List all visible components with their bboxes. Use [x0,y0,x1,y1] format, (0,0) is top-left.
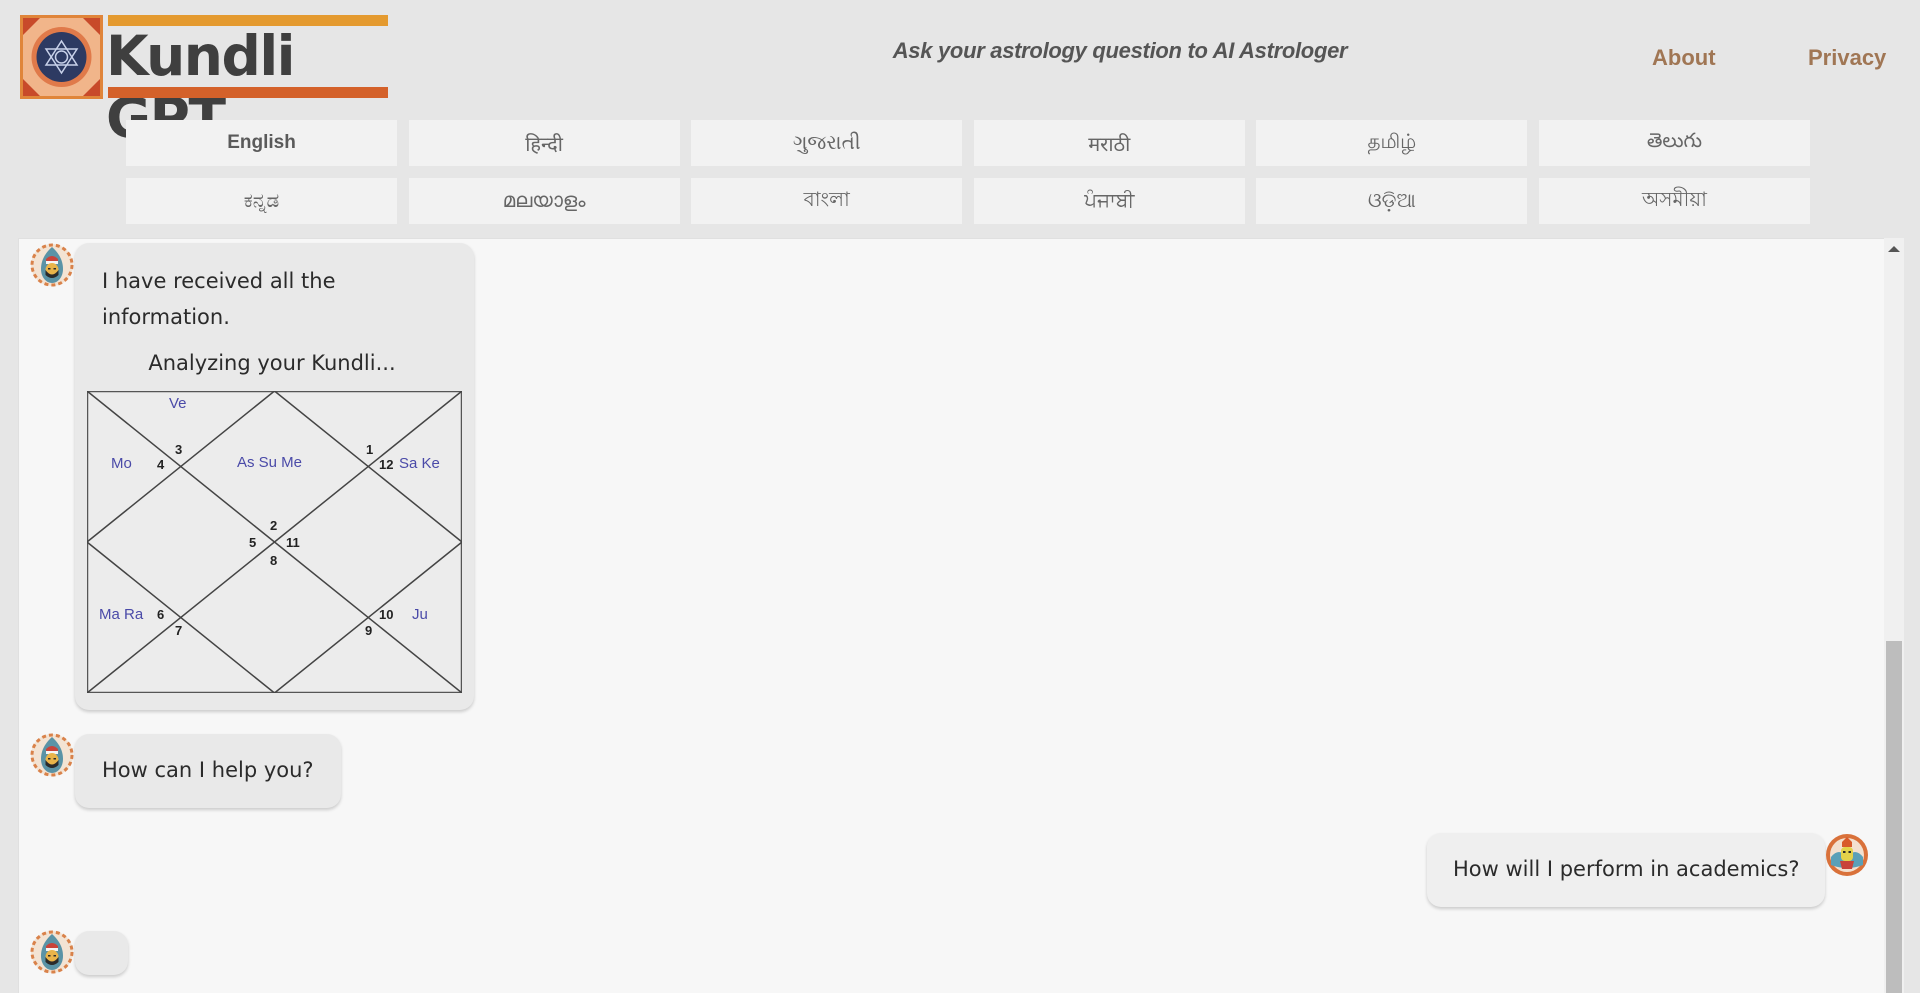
house-number-7: 7 [175,623,182,638]
house-number-2: 2 [270,518,277,533]
nav-privacy-link[interactable]: Privacy [1808,45,1886,71]
language-selector: English हिन्दी ગુજરાતી मराठी தமிழ் తెలుగ… [126,120,1810,224]
planets-house-6: Ma Ra [99,606,144,623]
house-number-8: 8 [270,553,277,568]
scrollbar-thumb[interactable] [1886,641,1902,993]
bot-message-text: How can I help you? [102,758,314,782]
planets-house-3: Ve [169,395,187,412]
lang-bengali-button[interactable]: বাংলা [691,178,963,224]
chat-panel: I have received all the information. Ana… [18,238,1886,993]
lang-english-button[interactable]: English [126,120,397,166]
bot-message-bubble: I have received all the information. Ana… [75,243,474,710]
house-number-6: 6 [157,607,164,622]
planets-house-10: Ju [412,606,428,623]
bot-message-text: I have received all the information. [102,269,336,329]
lang-marathi-button[interactable]: मराठी [973,120,1245,166]
lang-kannada-button[interactable]: ಕನ್ನಡ [126,178,397,224]
nav-about-link[interactable]: About [1652,45,1716,71]
house-number-4: 4 [157,457,165,472]
astrologer-avatar-icon [30,733,74,777]
typing-indicator-bubble [75,931,128,975]
house-number-9: 9 [365,623,372,638]
lang-punjabi-button[interactable]: ਪੰਜਾਬੀ [973,178,1245,224]
house-number-11: 11 [286,535,300,550]
house-number-5: 5 [249,535,256,550]
user-message-bubble: How will I perform in academics? [1427,833,1825,907]
lang-hindi-button[interactable]: हिन्दी [408,120,680,166]
house-number-10: 10 [379,607,393,622]
house-number-3: 3 [175,442,182,457]
lang-odia-button[interactable]: ଓଡ଼ିଆ [1256,178,1528,224]
logo-emblem-icon [20,15,103,99]
analyzing-status-text: Analyzing your Kundli... [148,351,396,375]
lang-gujarati-button[interactable]: ગુજરાતી [691,120,963,166]
astrologer-avatar-icon [30,243,74,287]
planets-house-4: Mo [111,455,132,472]
user-avatar-icon [1826,834,1868,876]
bot-message-bubble: How can I help you? [75,734,341,808]
lang-telugu-button[interactable]: తెలుగు [1538,120,1810,166]
kundli-chart: Ve Mo As Su Me Sa Ke Ma Ra Ju 3 4 1 12 2… [87,391,462,693]
scroll-up-arrow-icon[interactable] [1888,246,1900,252]
logo-bar-bottom [108,87,388,98]
lang-tamil-button[interactable]: தமிழ் [1256,120,1528,166]
lang-assamese-button[interactable]: অসমীয়া [1538,178,1810,224]
astrologer-avatar-icon [30,930,74,974]
planets-house-12: Sa Ke [399,455,440,472]
lang-malayalam-button[interactable]: മലയാളം [408,178,680,224]
kundli-gpt-logo[interactable]: Kundli GPT [20,15,388,149]
house-number-12: 12 [379,457,393,472]
chat-scrollbar[interactable] [1884,238,1904,993]
user-message-text: How will I perform in academics? [1453,857,1800,881]
house-number-1: 1 [366,442,373,457]
tagline: Ask your astrology question to AI Astrol… [892,38,1348,63]
planets-house-2: As Su Me [237,454,302,471]
